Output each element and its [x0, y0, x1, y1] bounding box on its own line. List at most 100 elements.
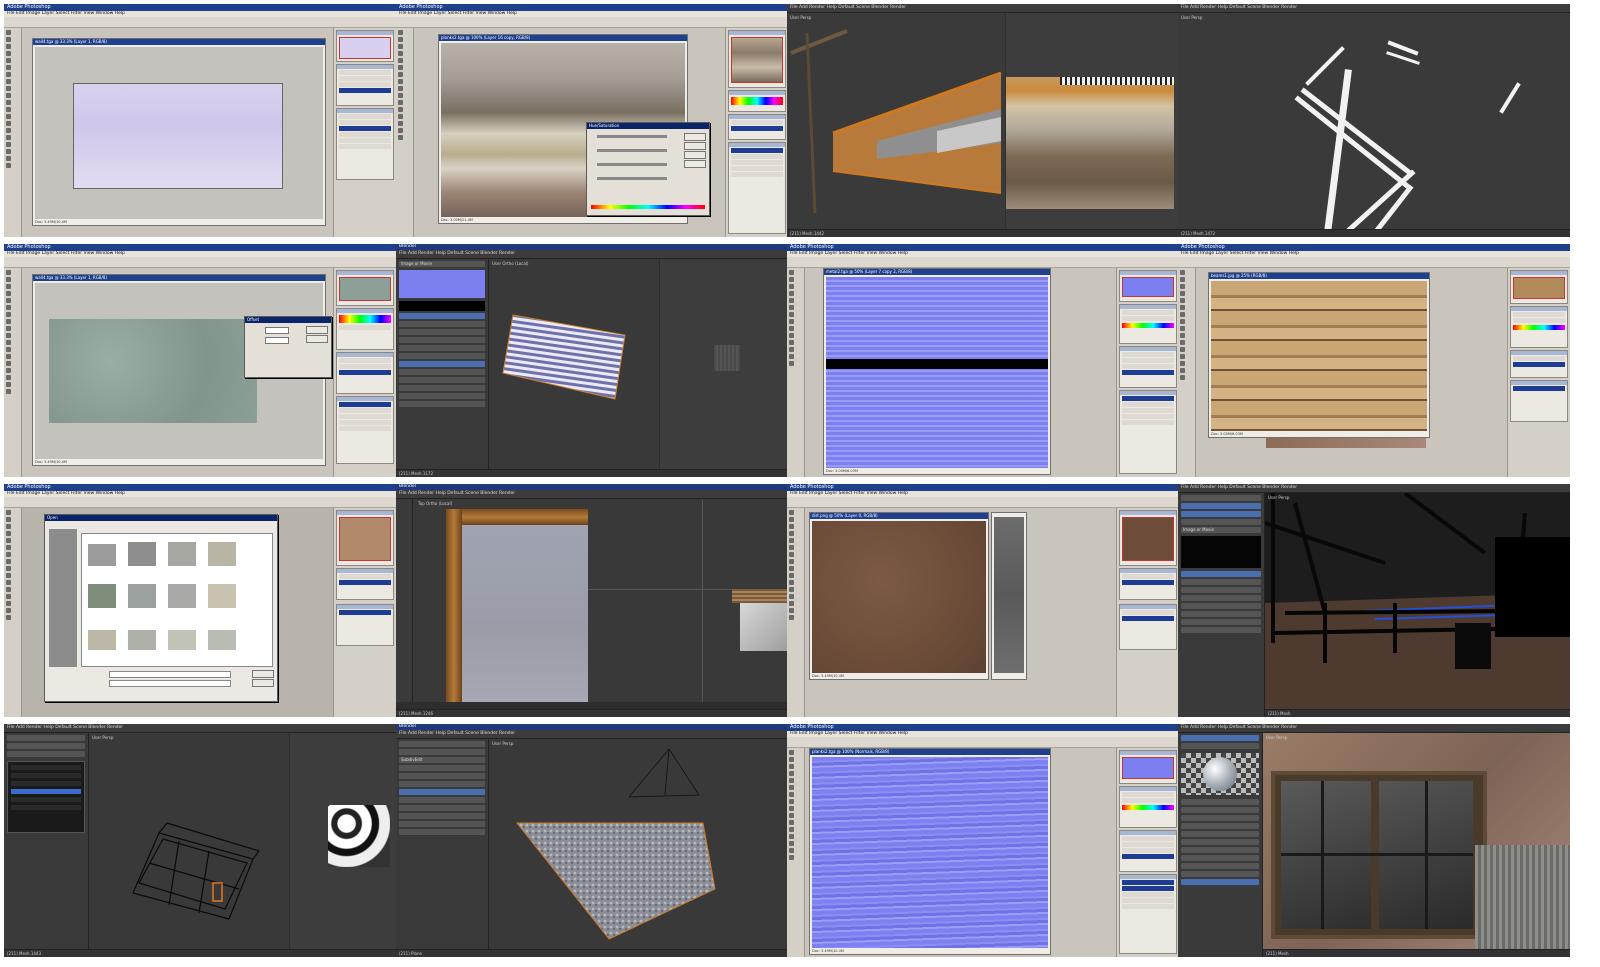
tools-panel[interactable]: [4, 508, 22, 717]
normal-map-preview: [399, 270, 485, 298]
document-window-2[interactable]: [991, 512, 1027, 680]
tools-panel[interactable]: [4, 268, 22, 477]
tools-panel[interactable]: [1178, 268, 1196, 477]
status-bar: (211) Plane: [396, 949, 788, 957]
document-title: metal2.tga @ 50% (Layer 7 copy 2, RGB/8): [824, 269, 1050, 275]
document-title: planks2.tga @ 100% (Layer 16 copy, RGB/8…: [439, 35, 687, 41]
dialog-title: Hue/Saturation: [587, 123, 709, 129]
tile-photoshop-logs: Adobe Photoshop File Edit Image Layer Se…: [1178, 244, 1570, 477]
tools-panel[interactable]: [396, 28, 414, 237]
file-name-field[interactable]: [109, 671, 231, 678]
status-text: Doc: 3.49M/10.4M: [35, 220, 67, 224]
uv-image-editor[interactable]: [1006, 13, 1179, 229]
tools-panel[interactable]: [787, 268, 805, 477]
document-window[interactable]: beams1.jpg @ 25% (RGB/8) Doc: 3.00M/6.03…: [1208, 272, 1430, 438]
status-text: Doc: 3.49M/10.4M: [35, 460, 67, 464]
properties-panel[interactable]: Image or Movie: [396, 259, 489, 469]
tool-shelf[interactable]: SubdivEdit: [396, 739, 489, 949]
wood-normal-texture: [812, 757, 1048, 948]
building-wall-mesh: [790, 29, 1002, 214]
offset-dialog[interactable]: Offset: [244, 316, 332, 378]
ok-button[interactable]: [306, 326, 328, 334]
file-thumbnails[interactable]: [81, 533, 273, 667]
status-text: Doc: 3.49M/10.4M: [812, 674, 844, 678]
status-bar: (211) Mesh.1443: [4, 949, 396, 957]
material-preview-sphere: [1181, 753, 1259, 795]
blender-header[interactable]: File Add Render Help Default Scene Blend…: [396, 490, 788, 499]
3d-viewport[interactable]: User Persp: [1178, 13, 1570, 229]
3d-viewport[interactable]: User Persp: [89, 733, 289, 949]
3d-viewport[interactable]: User Persp: [489, 739, 788, 949]
tile-photoshop-offset: Adobe Photoshop File Edit Image Layer Se…: [4, 244, 396, 477]
panel-header: Image or Movie: [399, 261, 485, 267]
blender-header[interactable]: File Add Render Help Default Scene Blend…: [4, 724, 396, 733]
panels: [333, 268, 396, 477]
concrete-texture: [49, 319, 257, 423]
files-of-type-field[interactable]: [109, 680, 231, 687]
material-list-panel[interactable]: [4, 733, 89, 957]
3d-viewport[interactable]: Top Ortho (Local): [396, 499, 788, 702]
blender-header[interactable]: File Add Render Help Default Scene Blend…: [787, 4, 1179, 13]
tile-blender-beams: File Add Render Help Default Scene Blend…: [1178, 4, 1570, 237]
document-window[interactable]: dirt.png @ 50% (Layer 0, RGB/8) Doc: 3.4…: [809, 512, 989, 680]
open-file-dialog[interactable]: Open: [44, 514, 278, 702]
blender-header[interactable]: File Add Render Help Default Scene Blend…: [396, 730, 788, 739]
hue-saturation-dialog[interactable]: Hue/Saturation: [586, 122, 710, 216]
options-bar: [787, 737, 1179, 748]
document-window[interactable]: planks2.tga @ 100% (Normals, RGB/8) Doc:…: [809, 748, 1051, 955]
dirt-texture: [812, 521, 986, 673]
options-bar: [4, 17, 396, 28]
log-texture: [1211, 281, 1427, 431]
viewport-label: User Persp: [1268, 495, 1290, 500]
document-window[interactable]: wall4.tga @ 33.3% (Layer 1, RGB/8) Doc: …: [32, 38, 326, 226]
3d-viewport[interactable]: User Persp: [1263, 733, 1570, 949]
panels: [1116, 268, 1179, 477]
blender-header[interactable]: File Add Render Help Default Scene Blend…: [1178, 4, 1570, 13]
blender-header[interactable]: File Add Render Help Default Scene Blend…: [1178, 724, 1570, 733]
app-title: Adobe Photoshop: [1178, 244, 1570, 251]
uv-image-editor[interactable]: [290, 733, 396, 949]
save-button[interactable]: [684, 160, 706, 168]
options-bar: [4, 497, 396, 508]
3d-viewport[interactable]: User Persp: [1265, 493, 1570, 709]
reference-image: [740, 603, 788, 651]
status-bar: (211) Mesh.1442: [787, 229, 1179, 237]
blender-header[interactable]: File Add Render Help Default Scene Blend…: [1178, 484, 1570, 493]
uv-image-editor[interactable]: [660, 259, 788, 469]
cancel-button[interactable]: [252, 679, 274, 687]
tile-blender-interior: File Add Render Help Default Scene Blend…: [1178, 484, 1570, 717]
3d-viewport[interactable]: User Ortho (Local): [489, 259, 659, 469]
tools-panel[interactable]: [787, 748, 805, 957]
status-bar: (211) Mesh: [1265, 709, 1570, 717]
places-bar[interactable]: [49, 529, 77, 667]
cancel-button[interactable]: [684, 142, 706, 150]
cancel-button[interactable]: [306, 335, 328, 343]
workspace: wall4.tga @ 33.3% (Layer 1, RGB/8) Doc: …: [22, 28, 333, 237]
status-bar: (211) Mesh.1472: [1178, 229, 1570, 237]
wireframe-building: [132, 822, 260, 920]
tools-panel[interactable]: [4, 28, 22, 237]
options-bar: [787, 497, 1179, 508]
material-menu[interactable]: [7, 761, 85, 833]
subdivide-panel-title: SubdivEdit: [399, 757, 485, 763]
options-bar: [787, 257, 1179, 268]
tile-blender-window-render: File Add Render Help Default Scene Blend…: [1178, 724, 1570, 957]
document-window[interactable]: metal2.tga @ 50% (Layer 7 copy 2, RGB/8)…: [823, 268, 1051, 475]
wall-plane: [462, 525, 588, 702]
3d-viewport[interactable]: User Persp: [787, 13, 1005, 229]
load-button[interactable]: [684, 151, 706, 159]
properties-panel[interactable]: Image or Movie: [1178, 493, 1265, 717]
ok-button[interactable]: [684, 133, 706, 141]
status-bar: (211) Mesh: [1263, 949, 1570, 957]
viewport-label: Top Ortho (Local): [418, 501, 453, 506]
tools-panel[interactable]: [787, 508, 805, 717]
open-button[interactable]: [252, 670, 274, 678]
blender-header[interactable]: File Add Render Help Default Scene Blend…: [396, 250, 788, 259]
app-title: Adobe Photoshop: [396, 4, 788, 11]
wall-texture: [73, 83, 283, 189]
material-properties-panel[interactable]: [1178, 733, 1263, 957]
panels: [333, 508, 396, 717]
panels: [1116, 748, 1179, 957]
panels: [1116, 508, 1179, 717]
status-text: Doc: 3.00M/21.4M: [441, 218, 473, 222]
